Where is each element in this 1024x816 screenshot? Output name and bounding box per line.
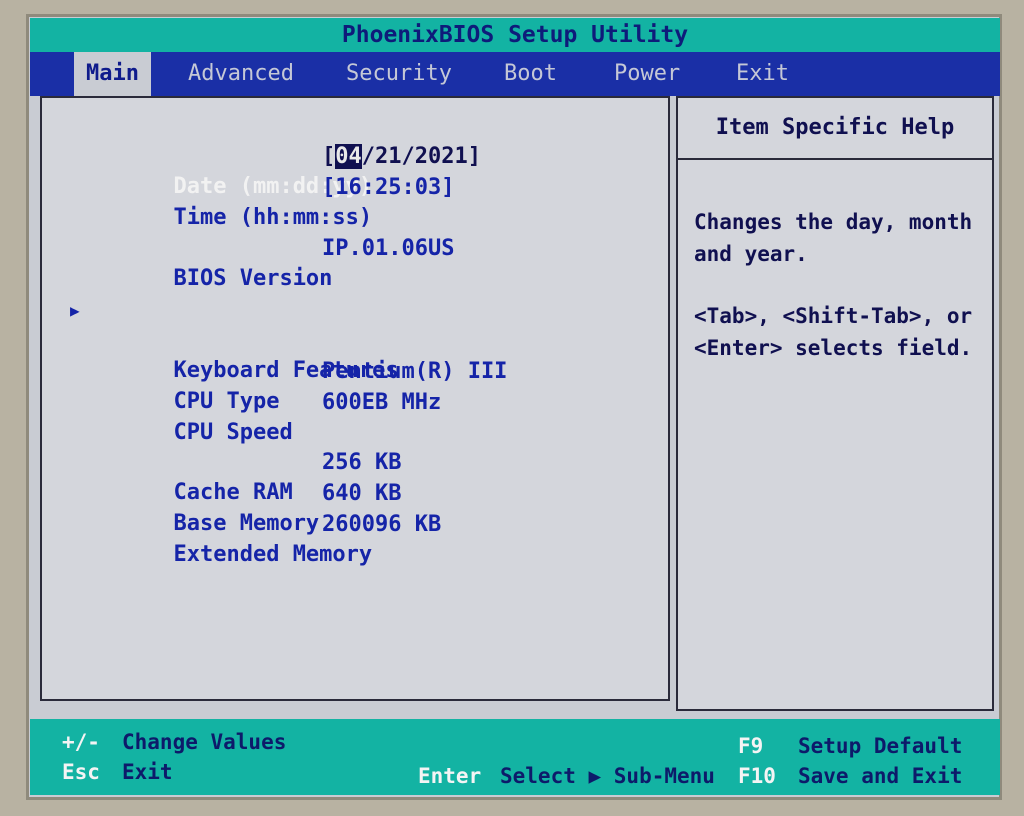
status-bar: +/- Change Values Esc Exit Enter Select … xyxy=(30,719,1000,795)
bios-version-value: IP.01.06US xyxy=(322,236,455,261)
title-bar: PhoenixBIOS Setup Utility xyxy=(30,18,1000,52)
key-enter: Enter xyxy=(418,764,482,788)
key-f10: F10 xyxy=(738,764,776,788)
cache-ram-row: Cache RAM 256 KB xyxy=(94,448,401,505)
cpu-type-value: Pentium(R) III xyxy=(322,359,508,384)
cpu-speed-label: CPU Speed xyxy=(173,420,293,445)
date-month-field[interactable]: 04 xyxy=(335,144,362,169)
main-panel: Date (mm:dd:yy) [04/21/2021] Time (hh:mm… xyxy=(40,96,670,701)
cpu-speed-value: 600EB MHz xyxy=(322,390,442,415)
date-row[interactable]: Date (mm:dd:yy) [04/21/2021] xyxy=(94,142,481,199)
extended-memory-label: Extended Memory xyxy=(173,542,373,567)
cpu-speed-row: CPU Speed 600EB MHz xyxy=(94,388,441,445)
tab-power[interactable]: Power xyxy=(602,52,692,96)
help-line-4: <Enter> selects field. xyxy=(694,336,973,360)
menu-bar: Main Advanced Security Boot Power Exit xyxy=(30,52,1000,96)
help-line-2: and year. xyxy=(694,242,808,266)
submenu-arrow-icon: ▶ xyxy=(70,301,80,320)
tab-security[interactable]: Security xyxy=(334,52,464,96)
exit-hint: Exit xyxy=(122,760,173,784)
base-memory-row: Base Memory 640 KB xyxy=(94,479,401,536)
tab-main[interactable]: Main xyxy=(74,52,151,96)
extended-memory-row: Extended Memory 260096 KB xyxy=(94,510,441,567)
bios-version-label: BIOS Version xyxy=(173,266,333,291)
date-rest: /21/2021] xyxy=(361,144,481,169)
cache-ram-value: 256 KB xyxy=(322,450,402,475)
help-text: Changes the day, month and year. <Tab>, … xyxy=(694,206,984,364)
extended-memory-value: 260096 KB xyxy=(322,512,442,537)
base-memory-value: 640 KB xyxy=(322,481,402,506)
bios-version-row: BIOS Version IP.01.06US xyxy=(94,234,454,291)
time-label: Time (hh:mm:ss) xyxy=(173,205,373,230)
help-panel: Item Specific Help Changes the day, mont… xyxy=(676,96,994,711)
key-f9: F9 xyxy=(738,734,764,758)
tab-exit[interactable]: Exit xyxy=(724,52,801,96)
help-line-3: <Tab>, <Shift-Tab>, or xyxy=(694,304,973,328)
setup-default-hint: Setup Default xyxy=(798,734,963,758)
save-and-exit-hint: Save and Exit xyxy=(798,764,963,788)
keyboard-features-row[interactable]: ▶ Keyboard Features xyxy=(70,296,399,383)
help-line-1: Changes the day, month xyxy=(694,210,973,234)
help-title: Item Specific Help xyxy=(678,98,992,160)
select-submenu-hint: Select ▶ Sub-Menu xyxy=(500,764,715,788)
change-values-hint: Change Values xyxy=(122,730,287,754)
key-plus-minus: +/- xyxy=(62,730,100,754)
cpu-type-row: CPU Type Pentium(R) III xyxy=(94,357,507,414)
tab-advanced[interactable]: Advanced xyxy=(176,52,306,96)
key-esc: Esc xyxy=(62,760,100,784)
time-row[interactable]: Time (hh:mm:ss) [16:25:03] xyxy=(94,173,454,230)
tab-boot[interactable]: Boot xyxy=(492,52,569,96)
date-value[interactable]: [04/21/2021] xyxy=(322,142,481,172)
date-open-bracket: [ xyxy=(322,144,336,169)
time-value[interactable]: [16:25:03] xyxy=(322,173,454,203)
bios-screen: PhoenixBIOS Setup Utility Main Advanced … xyxy=(26,14,1002,800)
